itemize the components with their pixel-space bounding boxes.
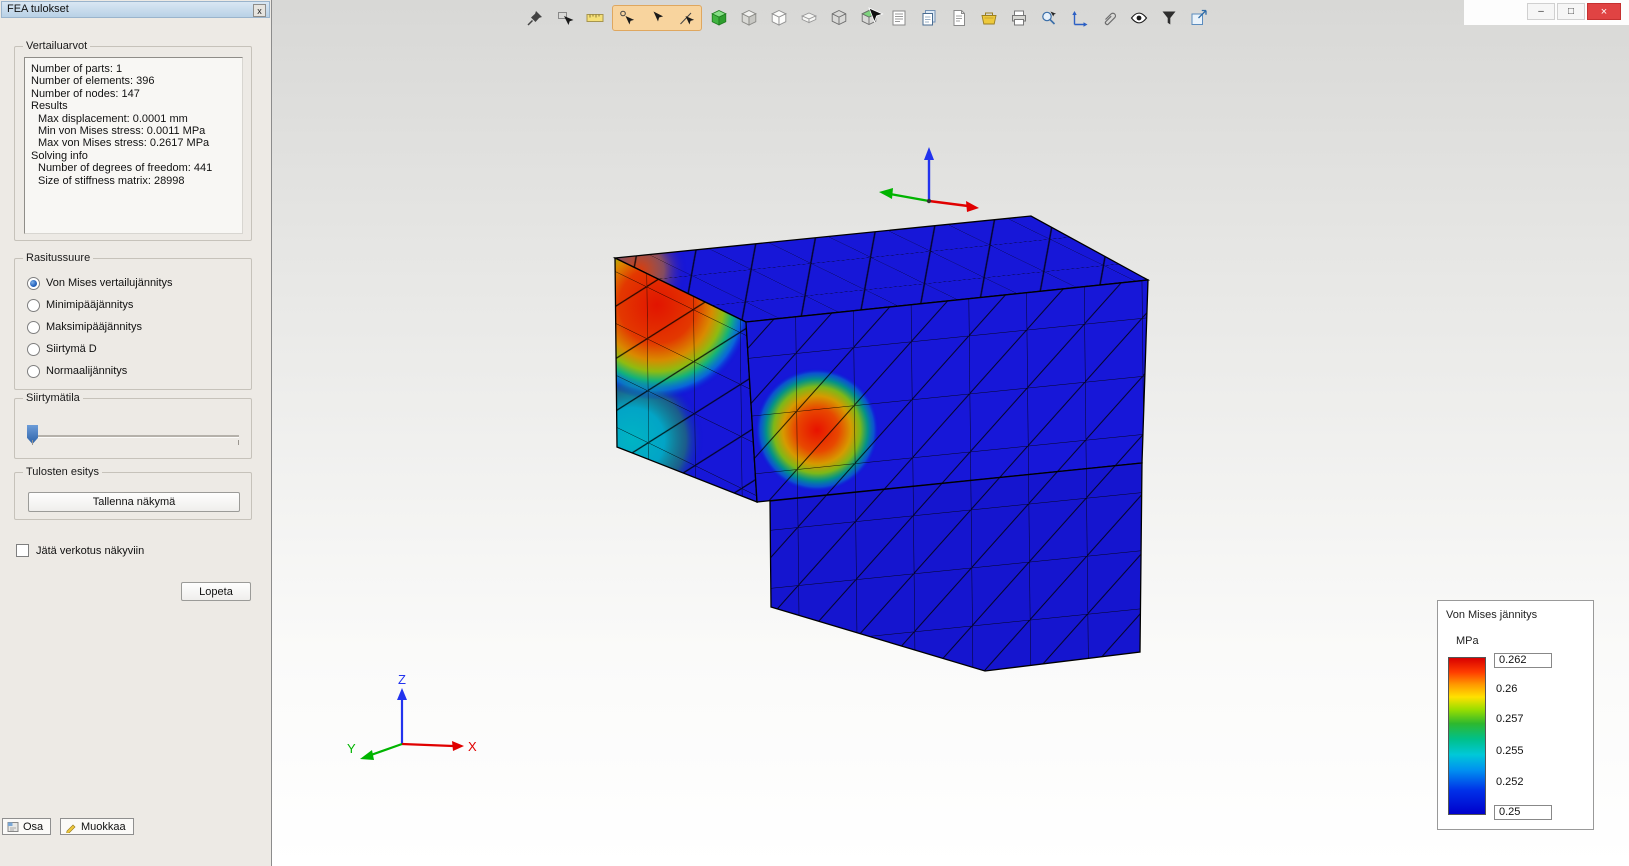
select-cursor-icon[interactable] — [644, 5, 670, 31]
radio-indicator — [27, 276, 40, 290]
toolbar — [522, 4, 1212, 32]
panel-close-button[interactable]: x — [253, 4, 266, 17]
stats-line: Max displacement: 0.0001 mm — [38, 112, 188, 125]
export-window-icon[interactable] — [1186, 5, 1212, 31]
displacement-state-group: Siirtymätila — [14, 392, 252, 459]
stats-line: Size of stiffness matrix: 28998 — [38, 174, 185, 187]
stats-line: Solving info — [31, 149, 88, 162]
visibility-eye-icon[interactable] — [1126, 5, 1152, 31]
stats-textbox[interactable]: Number of parts: 1 Number of elements: 3… — [24, 57, 243, 234]
panel-title: FEA tulokset — [7, 3, 69, 15]
panel-titlebar[interactable]: FEA tulokset x — [1, 1, 270, 18]
stats-line: Number of elements: 396 — [31, 75, 155, 88]
close-button[interactable]: × — [1587, 3, 1621, 20]
printer-icon[interactable] — [1006, 5, 1032, 31]
displacement-slider[interactable] — [29, 435, 239, 438]
attach-icon[interactable] — [1096, 5, 1122, 31]
checkbox-box[interactable] — [16, 544, 29, 557]
legend-max-input[interactable]: 0.262 — [1494, 653, 1552, 668]
model-left-face — [614, 256, 758, 503]
document-icon[interactable] — [946, 5, 972, 31]
radio-von-mises[interactable]: Von Mises vertailujännitys — [27, 275, 173, 291]
keep-mesh-visible-checkbox[interactable]: Jätä verkotus näkyviin — [16, 544, 144, 557]
fea-results-panel: FEA tulokset x Vertailuarvot Number of p… — [0, 0, 272, 866]
radio-displacement[interactable]: Siirtymä D — [27, 341, 97, 357]
ruler-icon[interactable] — [582, 5, 608, 31]
legend-value: 0.257 — [1496, 713, 1524, 725]
viewport-canvas[interactable]: Z X Y Von Mises jännitys MPa 0.262 0.26 … — [272, 0, 1629, 866]
origin-triad-icon — [879, 147, 979, 212]
stats-line: Results — [31, 100, 68, 113]
copy-layers-icon[interactable] — [916, 5, 942, 31]
edit-pencil-icon — [66, 824, 76, 833]
save-view-button[interactable]: Tallenna näkymä — [28, 492, 240, 512]
tab-osa[interactable]: Osa — [2, 818, 52, 835]
tab-muokkaa[interactable]: Muokkaa — [60, 818, 134, 835]
legend-value: 0.255 — [1496, 745, 1524, 757]
slider-tick — [32, 440, 33, 445]
stress-legend: Von Mises jännitys MPa 0.262 0.26 0.257 … — [1437, 600, 1594, 830]
axis-x-label: X — [468, 739, 477, 754]
legend-value: 0.252 — [1496, 776, 1524, 788]
app-window: FEA tulokset x Vertailuarvot Number of p… — [0, 0, 1629, 866]
filter-icon[interactable] — [1156, 5, 1182, 31]
radio-indicator — [27, 320, 40, 334]
radio-max-principal[interactable]: Maksimipääjännitys — [27, 319, 142, 335]
legend-min-input[interactable]: 0.25 — [1494, 805, 1552, 820]
radio-min-principal[interactable]: Minimipääjännitys — [27, 297, 133, 313]
select-box-icon[interactable] — [552, 5, 578, 31]
zoom-select-icon[interactable] — [1036, 5, 1062, 31]
face-select-cube-icon[interactable] — [856, 5, 882, 31]
framed-box-icon[interactable] — [766, 5, 792, 31]
material-bin-icon[interactable] — [976, 5, 1002, 31]
axes-icon[interactable] — [1066, 5, 1092, 31]
stats-line: Min von Mises stress: 0.0011 MPa — [38, 125, 206, 138]
model-lower-face — [769, 462, 1143, 672]
radio-indicator — [27, 298, 40, 312]
legend-value: 0.26 — [1496, 683, 1518, 695]
legend-color-bar — [1448, 657, 1486, 815]
window-controls: – □ × — [1464, 0, 1629, 25]
world-axes-icon: Z X Y — [347, 672, 477, 760]
slider-tick — [238, 440, 239, 445]
comparison-values-group: Vertailuarvot Number of parts: 1 Number … — [14, 40, 252, 241]
axis-y-label: Y — [347, 741, 356, 756]
snap-circle-cursor-icon[interactable] — [614, 5, 640, 31]
radio-normal-stress[interactable]: Normaalijännitys — [27, 363, 127, 379]
quit-button[interactable]: Lopeta — [181, 582, 251, 601]
stats-line: Number of nodes: 147 — [31, 87, 140, 100]
model-top-face — [612, 215, 1151, 323]
group-label: Rasitussuure — [23, 252, 94, 264]
axis-z-label: Z — [398, 672, 406, 687]
group-label: Tulosten esitys — [23, 466, 102, 478]
maximize-button[interactable]: □ — [1557, 3, 1585, 20]
part-doc-icon — [7, 821, 19, 832]
results-display-group: Tulosten esitys Tallenna näkymä — [14, 466, 252, 520]
radio-indicator — [27, 342, 40, 356]
group-label: Vertailuarvot — [23, 40, 91, 52]
legend-unit: MPa — [1456, 635, 1479, 647]
stats-line: Max von Mises stress: 0.2617 MPa — [38, 137, 210, 150]
stats-line: Number of parts: 1 — [31, 63, 123, 75]
solid-cube-icon[interactable] — [706, 5, 732, 31]
group-label: Siirtymätila — [23, 392, 83, 404]
legend-title: Von Mises jännitys — [1446, 609, 1538, 621]
stress-quantity-group: Rasitussuure Von Mises vertailujännitys … — [14, 252, 252, 390]
snap-tool-group — [612, 5, 702, 31]
shaded-box-icon[interactable] — [736, 5, 762, 31]
wire-cube-icon[interactable] — [826, 5, 852, 31]
list-icon[interactable] — [886, 5, 912, 31]
pin-icon[interactable] — [522, 5, 548, 31]
stats-line: Number of degrees of freedom: 441 — [38, 162, 213, 175]
model-front-face — [745, 279, 1149, 503]
snap-angle-cursor-icon[interactable] — [674, 5, 700, 31]
minimize-button[interactable]: – — [1527, 3, 1555, 20]
model-canvas: Z X Y — [347, 7, 1151, 760]
radio-indicator — [27, 364, 40, 378]
thin-box-icon[interactable] — [796, 5, 822, 31]
